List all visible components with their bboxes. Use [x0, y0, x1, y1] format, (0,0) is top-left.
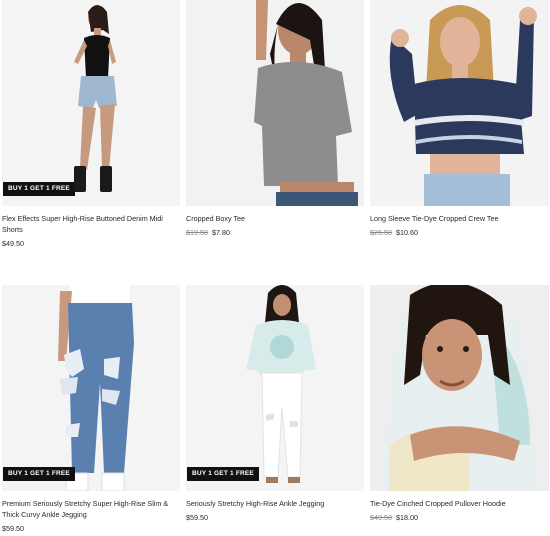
sale-price: $59.50	[2, 524, 24, 533]
original-price: $49.50	[370, 513, 392, 522]
promo-badge: BUY 1 GET 1 FREE	[187, 466, 259, 481]
product-price: $59.50	[2, 524, 184, 534]
model-photo-white-jeans	[186, 285, 364, 491]
model-photo-tiedye-tee	[370, 0, 549, 206]
product-price: $49.50 $18.00	[370, 513, 550, 523]
sale-price: $18.00	[395, 513, 418, 522]
product-price: $19.50 $7.80	[186, 228, 368, 238]
product-image[interactable]: BUY 1 GET 1 FREE	[2, 0, 180, 206]
product-name[interactable]: Flex Effects Super High-Rise Buttoned De…	[2, 213, 178, 235]
product-image[interactable]: BUY 1 GET 1 FREE	[186, 285, 364, 491]
model-photo-tiedye-hoodie	[370, 285, 549, 491]
product-card[interactable]: Tie-Dye Cinched Cropped Pullover Hoodie …	[370, 285, 550, 523]
product-image[interactable]	[186, 0, 364, 206]
product-grid: BUY 1 GET 1 FREE Flex Effects Super High…	[0, 0, 550, 536]
product-image[interactable]: BUY 1 GET 1 FREE	[2, 285, 180, 491]
product-card[interactable]: Long Sleeve Tie-Dye Cropped Crew Tee $26…	[370, 0, 550, 238]
sale-price: $10.60	[395, 228, 418, 237]
sale-price: $59.50	[186, 513, 208, 522]
product-image[interactable]	[370, 0, 549, 206]
model-photo-ripped-jeans	[2, 285, 180, 491]
promo-badge: BUY 1 GET 1 FREE	[3, 181, 75, 196]
model-photo-tee	[186, 0, 364, 206]
product-card[interactable]: BUY 1 GET 1 FREE Seriously Stretchy High…	[186, 285, 368, 523]
sale-price: $49.50	[2, 239, 24, 248]
product-name[interactable]: Seriously Stretchy High-Rise Ankle Jeggi…	[186, 498, 362, 509]
promo-badge: BUY 1 GET 1 FREE	[3, 466, 75, 481]
sale-price: $7.80	[211, 228, 230, 237]
product-card[interactable]: Cropped Boxy Tee $19.50 $7.80	[186, 0, 368, 238]
product-name[interactable]: Long Sleeve Tie-Dye Cropped Crew Tee	[370, 213, 546, 224]
model-photo-shorts	[2, 0, 180, 206]
product-price: $59.50	[186, 513, 368, 523]
original-price: $26.50	[370, 228, 392, 237]
product-price: $49.50	[2, 239, 184, 249]
product-name[interactable]: Premium Seriously Stretchy Super High-Ri…	[2, 498, 178, 520]
original-price: $19.50	[186, 228, 208, 237]
product-price: $26.50 $10.60	[370, 228, 550, 238]
product-name[interactable]: Tie-Dye Cinched Cropped Pullover Hoodie	[370, 498, 546, 509]
product-image[interactable]	[370, 285, 549, 491]
product-card[interactable]: BUY 1 GET 1 FREE Flex Effects Super High…	[2, 0, 184, 249]
product-card[interactable]: BUY 1 GET 1 FREE Premium Seriously Stret…	[2, 285, 184, 534]
product-name[interactable]: Cropped Boxy Tee	[186, 213, 362, 224]
